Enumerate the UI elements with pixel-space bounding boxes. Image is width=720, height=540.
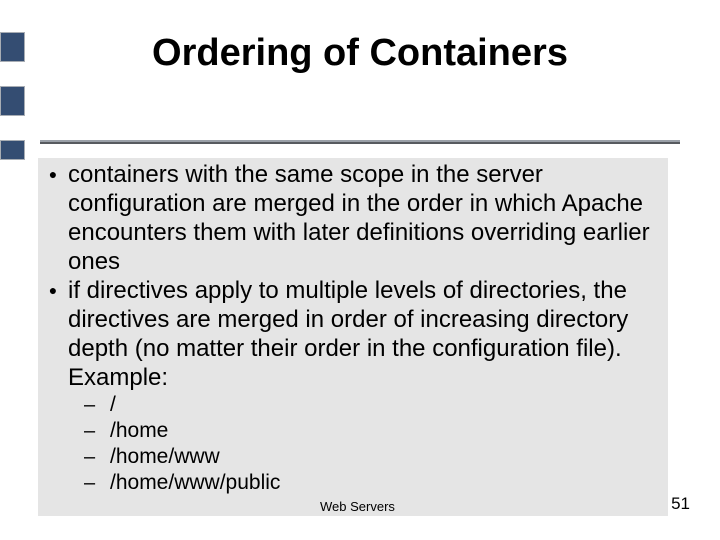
sub-bullet-row: – /home: [38, 418, 668, 444]
body-area: ● containers with the same scope in the …: [38, 158, 668, 516]
title-area: Ordering of Containers: [40, 32, 680, 144]
sub-bullet-text: /home/www/public: [110, 470, 280, 496]
slide-title: Ordering of Containers: [40, 32, 680, 75]
sub-bullet-row: – /home/www: [38, 444, 668, 470]
bullet-dot-icon: ●: [38, 276, 68, 305]
sub-bullet-text: /home/www: [110, 444, 220, 470]
sub-bullet-dash-icon: –: [84, 392, 110, 418]
footer-label: Web Servers: [320, 499, 395, 514]
bullet-row: ● if directives apply to multiple levels…: [38, 276, 668, 392]
bullet-text: if directives apply to multiple levels o…: [68, 276, 668, 392]
title-underline: [40, 140, 680, 144]
sub-bullet-dash-icon: –: [84, 444, 110, 470]
decor-block-1: [0, 32, 25, 62]
slide: Ordering of Containers ● containers with…: [0, 0, 720, 540]
sub-bullet-dash-icon: –: [84, 418, 110, 444]
sub-bullet-text: /: [110, 392, 116, 418]
bullet-dot-icon: ●: [38, 160, 68, 189]
bullet-row: ● containers with the same scope in the …: [38, 160, 668, 276]
sub-bullet-row: – /home/www/public: [38, 470, 668, 496]
sub-bullet-text: /home: [110, 418, 168, 444]
decor-block-2: [0, 86, 25, 116]
sub-bullet-dash-icon: –: [84, 470, 110, 496]
bullet-text: containers with the same scope in the se…: [68, 160, 668, 276]
page-number: 51: [671, 494, 690, 514]
decor-block-3: [0, 140, 25, 160]
sub-bullet-row: – /: [38, 392, 668, 418]
